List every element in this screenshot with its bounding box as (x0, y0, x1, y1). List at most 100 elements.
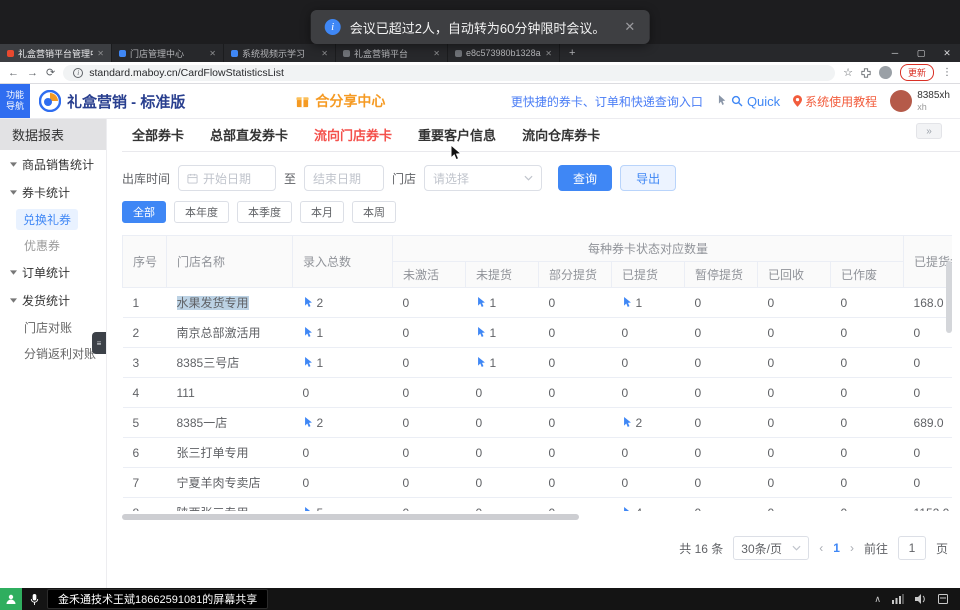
cell-total-count[interactable]: 2 (293, 288, 393, 318)
pointer-icon (476, 297, 487, 309)
sidebar-collapse-handle[interactable]: ≡ (92, 332, 106, 354)
sidebar-item-card-stats[interactable]: 券卡统计 (0, 178, 106, 206)
col-header-status: 已作废 (831, 262, 904, 288)
horizontal-scrollbar-track (122, 514, 952, 520)
tab-hq-direct-cards[interactable]: 总部直发券卡 (210, 125, 288, 144)
cell-total-count[interactable]: 1 (293, 348, 393, 378)
export-button[interactable]: 导出 (620, 165, 676, 191)
sidebar-item-product-sales[interactable]: 商品销售统计 (0, 150, 106, 178)
chip-this-year[interactable]: 本年度 (174, 201, 229, 223)
profile-avatar[interactable] (879, 66, 892, 79)
chip-all[interactable]: 全部 (122, 201, 166, 223)
store-select[interactable]: 请选择 (424, 165, 542, 191)
reload-button[interactable]: ⟳ (46, 66, 55, 79)
back-button[interactable]: ← (8, 67, 19, 79)
cell-total-count[interactable]: 1 (293, 318, 393, 348)
maximize-button[interactable]: ▢ (908, 48, 934, 59)
vertical-scrollbar[interactable] (946, 261, 952, 333)
prev-page-button[interactable]: ‹ (819, 541, 823, 555)
search-button[interactable]: 查询 (558, 165, 612, 191)
cell-status-count: 0 (685, 348, 758, 378)
close-icon[interactable]: ✕ (624, 19, 635, 35)
page-unit-label: 页 (936, 540, 948, 557)
store-label: 门店 (392, 170, 416, 187)
pagination: 共 16 条 30条/页 ‹ 1 › 前往 1 页 (122, 536, 948, 560)
browser-menu-icon[interactable]: ⋮ (942, 67, 952, 78)
browser-tab[interactable]: 礼盒营销平台 ✕ (336, 44, 448, 62)
chip-this-week[interactable]: 本周 (352, 201, 396, 223)
cell-status-count[interactable]: 1 (466, 288, 539, 318)
tab-key-customer-info[interactable]: 重要客户信息 (418, 125, 496, 144)
goto-page-input[interactable]: 1 (898, 536, 926, 560)
horizontal-scrollbar[interactable] (122, 514, 579, 520)
cell-status-count: 0 (393, 288, 466, 318)
browser-tab[interactable]: 系统视频示学习 ✕ (224, 44, 336, 62)
close-window-button[interactable]: ✕ (934, 48, 960, 59)
tab-store-flow-cards[interactable]: 流向门店券卡 (314, 125, 392, 144)
panel-collapse-button[interactable]: » (916, 123, 942, 139)
tab-favicon-icon (343, 50, 350, 57)
sidebar-item-label: 订单统计 (22, 264, 70, 281)
bookmark-star-icon[interactable]: ☆ (843, 66, 853, 79)
speaker-icon[interactable] (915, 594, 927, 604)
browser-update-button[interactable]: 更新 (900, 64, 934, 81)
tab-close-icon[interactable]: ✕ (545, 49, 552, 58)
sidebar-item-store-reconciliation[interactable]: 门店对账 (0, 314, 106, 340)
col-header-status: 未提货 (466, 262, 539, 288)
caret-down-icon (10, 270, 17, 275)
tab-all-cards[interactable]: 全部券卡 (132, 125, 184, 144)
page-size-select[interactable]: 30条/页 (733, 536, 809, 560)
browser-tab[interactable]: 礼盒营销平台管理中心 ✕ (0, 44, 112, 62)
cell-status-count[interactable]: 1 (466, 348, 539, 378)
share-center-link[interactable]: 合分享中心 (295, 91, 385, 111)
cell-status-count[interactable]: 1 (466, 318, 539, 348)
cell-status-count: 0 (831, 408, 904, 438)
tab-close-icon[interactable]: ✕ (433, 49, 440, 58)
cell-status-count: 0 (758, 378, 831, 408)
start-date-input[interactable]: 开始日期 (178, 165, 276, 191)
col-header-amount: 已提货金额 (904, 236, 952, 288)
forward-button[interactable]: → (27, 67, 38, 79)
minimize-button[interactable]: ─ (882, 48, 908, 58)
next-page-button[interactable]: › (850, 541, 854, 555)
cell-index: 3 (123, 348, 167, 378)
cell-total-count[interactable]: 5 (293, 498, 393, 512)
cell-status-count: 0 (466, 468, 539, 498)
microphone-icon[interactable] (29, 593, 40, 606)
current-page[interactable]: 1 (833, 541, 840, 555)
meeting-app-icon[interactable] (0, 588, 22, 610)
browser-tab[interactable]: 门店管理中心 ✕ (112, 44, 224, 62)
tutorial-link[interactable]: 系统使用教程 (793, 93, 877, 110)
network-icon[interactable] (892, 594, 904, 604)
sidebar-item-shipping-stats[interactable]: 发货统计 (0, 286, 106, 314)
notification-icon[interactable] (938, 594, 948, 604)
site-info-icon[interactable]: i (73, 68, 83, 78)
sidebar-item-exchange-coupon[interactable]: 兑换礼券 (0, 206, 106, 232)
sidebar-item-rebate-reconciliation[interactable]: 分销返利对账 (0, 340, 106, 366)
chip-this-quarter[interactable]: 本季度 (237, 201, 292, 223)
tab-warehouse-flow-cards[interactable]: 流向仓库券卡 (522, 125, 600, 144)
tab-close-icon[interactable]: ✕ (209, 49, 216, 58)
new-tab-button[interactable]: + (560, 44, 584, 62)
sidebar-item-order-stats[interactable]: 订单统计 (0, 258, 106, 286)
tab-title: 礼盒营销平台 (354, 47, 429, 60)
cell-status-count: 0 (539, 348, 612, 378)
end-date-input[interactable]: 结束日期 (304, 165, 384, 191)
pointer-icon (303, 297, 314, 309)
address-bar[interactable]: i standard.maboy.cn/CardFlowStatisticsLi… (63, 65, 835, 81)
chip-this-month[interactable]: 本月 (300, 201, 344, 223)
tab-close-icon[interactable]: ✕ (321, 49, 328, 58)
cell-status-count[interactable]: 1 (612, 288, 685, 318)
user-menu[interactable]: 8385xh xh (890, 90, 950, 112)
quick-search-button[interactable]: Quick (716, 94, 780, 109)
extensions-icon[interactable] (861, 67, 871, 79)
browser-tab[interactable]: e8c573980b1328a258fd2e6l ✕ (448, 44, 560, 62)
sidebar-item-discount-coupon[interactable]: 优惠券 (0, 232, 106, 258)
tab-close-icon[interactable]: ✕ (97, 49, 104, 58)
cell-total-count[interactable]: 2 (293, 408, 393, 438)
tray-chevron-icon[interactable]: ∧ (874, 594, 881, 605)
sidebar-item-label: 券卡统计 (22, 184, 70, 201)
cell-status-count[interactable]: 2 (612, 408, 685, 438)
function-nav-button[interactable]: 功能 导航 (0, 84, 30, 118)
cell-status-count[interactable]: 4 (612, 498, 685, 512)
